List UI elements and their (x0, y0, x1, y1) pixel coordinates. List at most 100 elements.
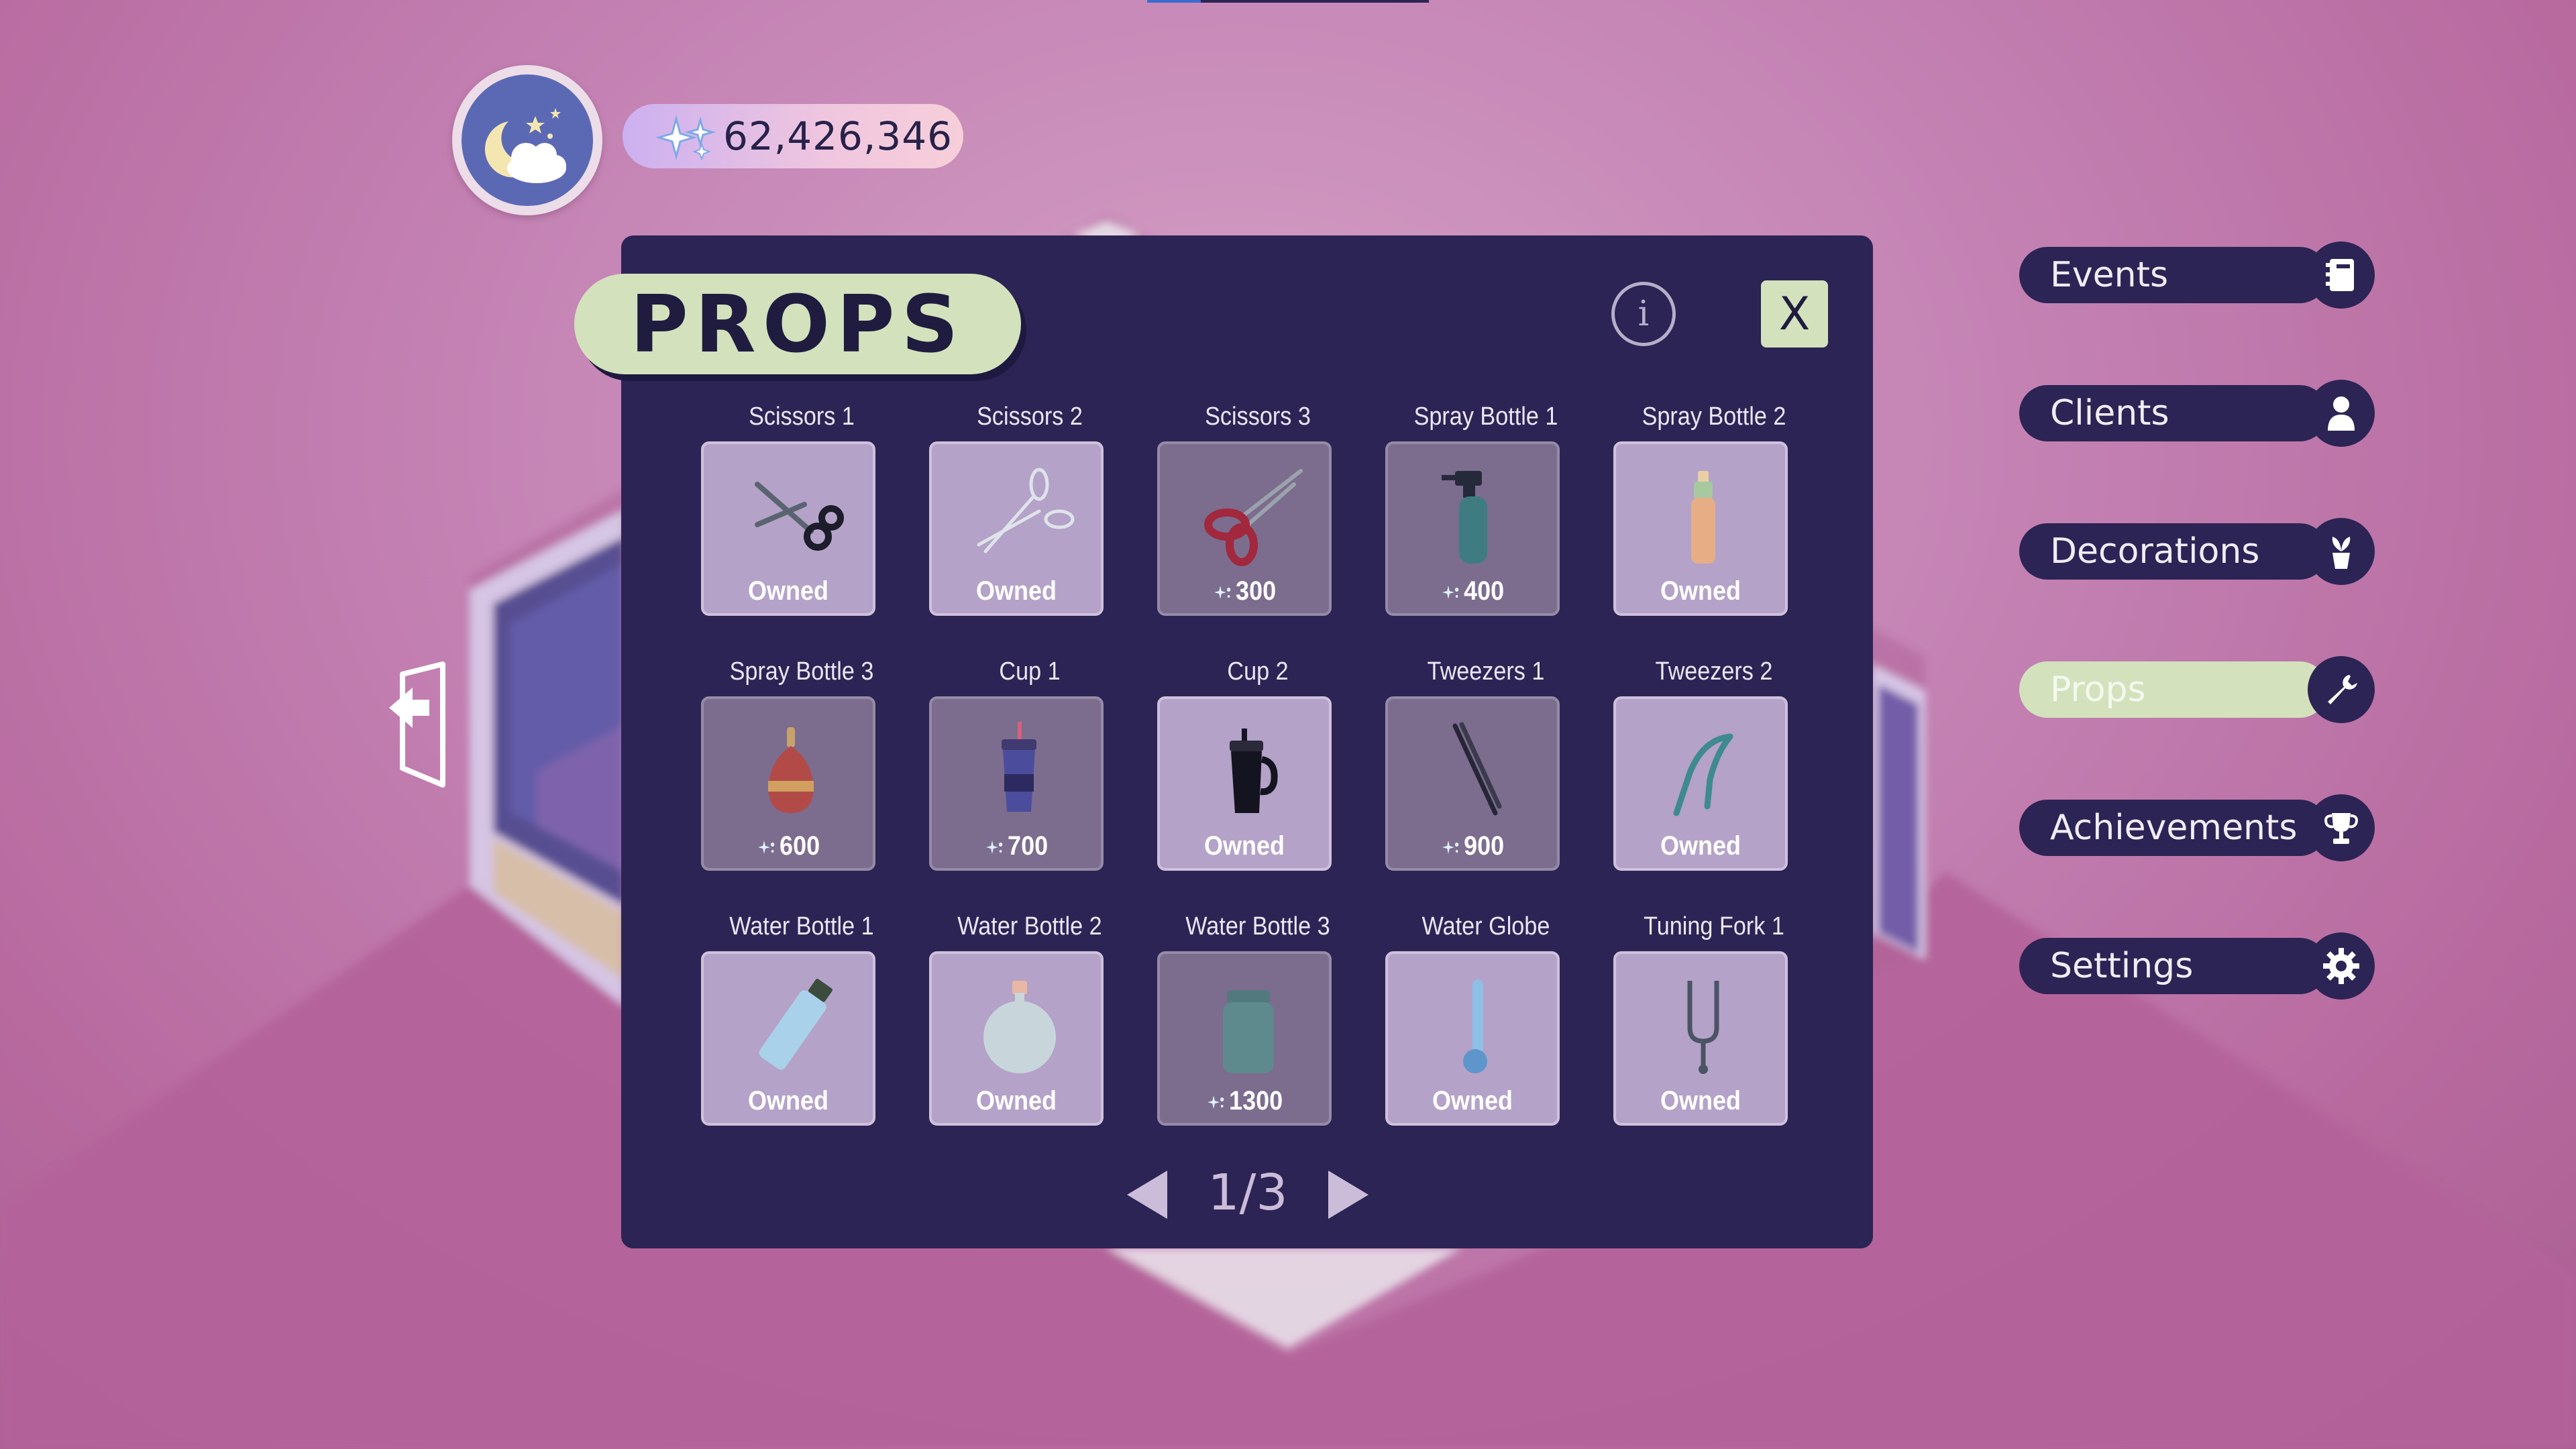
prop-item-spray-bottle-2[interactable]: Spray Bottle 2 Owned (1600, 402, 1828, 624)
scissors-silver-icon (977, 468, 1075, 553)
prop-item-scissors-1[interactable]: Scissors 1 Owned (688, 402, 916, 624)
prop-price: 600 (712, 831, 865, 861)
prop-price: 300 (1169, 576, 1321, 606)
prop-tile[interactable]: 600 (701, 696, 875, 871)
prop-status: 700 (1008, 831, 1049, 861)
prop-tile[interactable]: Owned (1613, 951, 1788, 1126)
menu-label: Events (2019, 247, 2328, 303)
prop-status: Owned (1660, 576, 1741, 606)
prop-price: 900 (1397, 831, 1549, 861)
prop-name: Spray Bottle 3 (729, 657, 874, 686)
sparkles-icon (985, 841, 1002, 855)
prop-item-tweezers-1[interactable]: Tweezers 1 900 (1372, 657, 1600, 879)
prop-status: 900 (1464, 831, 1505, 861)
info-button[interactable]: i (1611, 282, 1676, 346)
sparkles-icon (1442, 841, 1458, 855)
prop-name: Spray Bottle 2 (1642, 402, 1786, 431)
menu-item-settings[interactable]: Settings (2019, 932, 2379, 1000)
prop-item-water-bottle-3[interactable]: Water Bottle 3 1300 (1144, 912, 1372, 1134)
exit-door-button[interactable] (382, 661, 456, 788)
wrench-icon (2308, 656, 2375, 723)
prop-item-tweezers-2[interactable]: Tweezers 2 Owned (1600, 657, 1828, 879)
prop-item-water-bottle-1[interactable]: Water Bottle 1 Owned (688, 912, 916, 1134)
prop-tile[interactable]: Owned (929, 441, 1104, 616)
prop-item-spray-bottle-1[interactable]: Spray Bottle 1 400 (1372, 402, 1600, 624)
menu-item-decorations[interactable]: Decorations (2019, 518, 2379, 585)
prop-name: Scissors 1 (749, 402, 855, 431)
prop-tile[interactable]: Owned (929, 951, 1104, 1126)
tumbler-black-icon (1230, 729, 1278, 813)
prop-name: Cup 2 (1227, 657, 1289, 686)
prop-item-spray-bottle-3[interactable]: Spray Bottle 3 600 (688, 657, 916, 879)
prop-tile[interactable]: Owned (1385, 951, 1560, 1126)
gear-icon (2308, 932, 2375, 1000)
prop-status: Owned (1660, 1086, 1741, 1116)
player-avatar[interactable] (452, 65, 602, 215)
prop-status: Owned (1432, 1086, 1513, 1116)
prop-tile[interactable]: 300 (1157, 441, 1332, 616)
panel-title: PROPS (630, 278, 965, 370)
prop-tile[interactable]: 700 (929, 696, 1104, 871)
trophy-icon (2308, 794, 2375, 861)
sparkles-icon (757, 841, 774, 855)
prop-tile[interactable]: Owned (701, 441, 875, 616)
prop-name: Water Globe (1421, 912, 1550, 941)
prop-status: 1300 (1229, 1086, 1283, 1116)
menu-item-clients[interactable]: Clients (2019, 380, 2379, 447)
prop-item-water-bottle-2[interactable]: Water Bottle 2 Owned (916, 912, 1144, 1134)
page-indicator: 1/3 (1208, 1164, 1288, 1222)
prop-item-water-globe[interactable]: Water Globe Owned (1372, 912, 1600, 1134)
prop-tile[interactable]: 900 (1385, 696, 1560, 871)
prop-item-cup-2[interactable]: Cup 2 Owned (1144, 657, 1372, 879)
prop-status: Owned (975, 576, 1057, 606)
prop-item-cup-1[interactable]: Cup 1 700 (916, 657, 1144, 879)
prop-tile[interactable]: Owned (701, 951, 875, 1126)
prop-name: Water Bottle 1 (729, 912, 874, 941)
moon-cloud-icon (484, 108, 566, 183)
water-globe-icon (1463, 979, 1487, 1073)
prop-status: Owned (1660, 831, 1741, 861)
prop-price: 400 (1397, 576, 1549, 606)
menu-item-achievements[interactable]: Achievements (2019, 794, 2379, 861)
prop-item-scissors-3[interactable]: Scissors 3 300 (1144, 402, 1372, 624)
notebook-icon (2308, 241, 2375, 309)
prop-tile[interactable]: Owned (1157, 696, 1332, 871)
close-button[interactable]: X (1761, 280, 1828, 347)
next-page-button[interactable] (1328, 1171, 1368, 1219)
prop-name: Scissors 3 (1205, 402, 1311, 431)
water-jar-teal-icon (1223, 990, 1274, 1073)
pagination: 1/3 (1127, 1164, 1368, 1224)
prop-name: Tuning Fork 1 (1644, 912, 1784, 941)
props-grid: Scissors 1 Owned Scissors 2 Owned Scisso… (688, 402, 1815, 1140)
menu-item-props[interactable]: Props (2019, 656, 2379, 723)
tweezers-teal-icon (1673, 733, 1733, 816)
prop-name: Spray Bottle 1 (1413, 402, 1558, 431)
spray-bottle-teal-icon (1442, 471, 1487, 564)
prop-status: Owned (747, 576, 829, 606)
previous-page-button[interactable] (1127, 1171, 1167, 1219)
menu-label: Decorations (2019, 523, 2328, 580)
spray-bottle-peach-icon (1691, 471, 1715, 564)
menu-item-events[interactable]: Events (2019, 241, 2379, 309)
prop-price: 700 (941, 831, 1093, 861)
prop-name: Scissors 2 (977, 402, 1083, 431)
tweezers-dark-icon (1452, 722, 1502, 816)
menu-label: Settings (2019, 938, 2328, 994)
prop-item-scissors-2[interactable]: Scissors 2 Owned (916, 402, 1144, 624)
prop-status: 600 (780, 831, 820, 861)
menu-label: Props (2019, 661, 2328, 718)
menu-label: Achievements (2019, 800, 2328, 856)
prop-status: 300 (1236, 576, 1277, 606)
sparkles-icon (1442, 586, 1458, 600)
menu-label: Clients (2019, 385, 2328, 441)
prop-name: Water Bottle 3 (1185, 912, 1330, 941)
prop-tile[interactable]: 400 (1385, 441, 1560, 616)
tuning-fork-icon (1687, 981, 1719, 1074)
prop-tile[interactable]: 1300 (1157, 951, 1332, 1126)
prop-item-tuning-fork-1[interactable]: Tuning Fork 1 Owned (1600, 912, 1828, 1134)
prop-tile[interactable]: Owned (1613, 441, 1788, 616)
prop-tile[interactable]: Owned (1613, 696, 1788, 871)
cup-purple-icon (1002, 722, 1036, 812)
sparkles-icon (1214, 586, 1230, 600)
water-bottle-blue-icon (759, 979, 833, 1070)
